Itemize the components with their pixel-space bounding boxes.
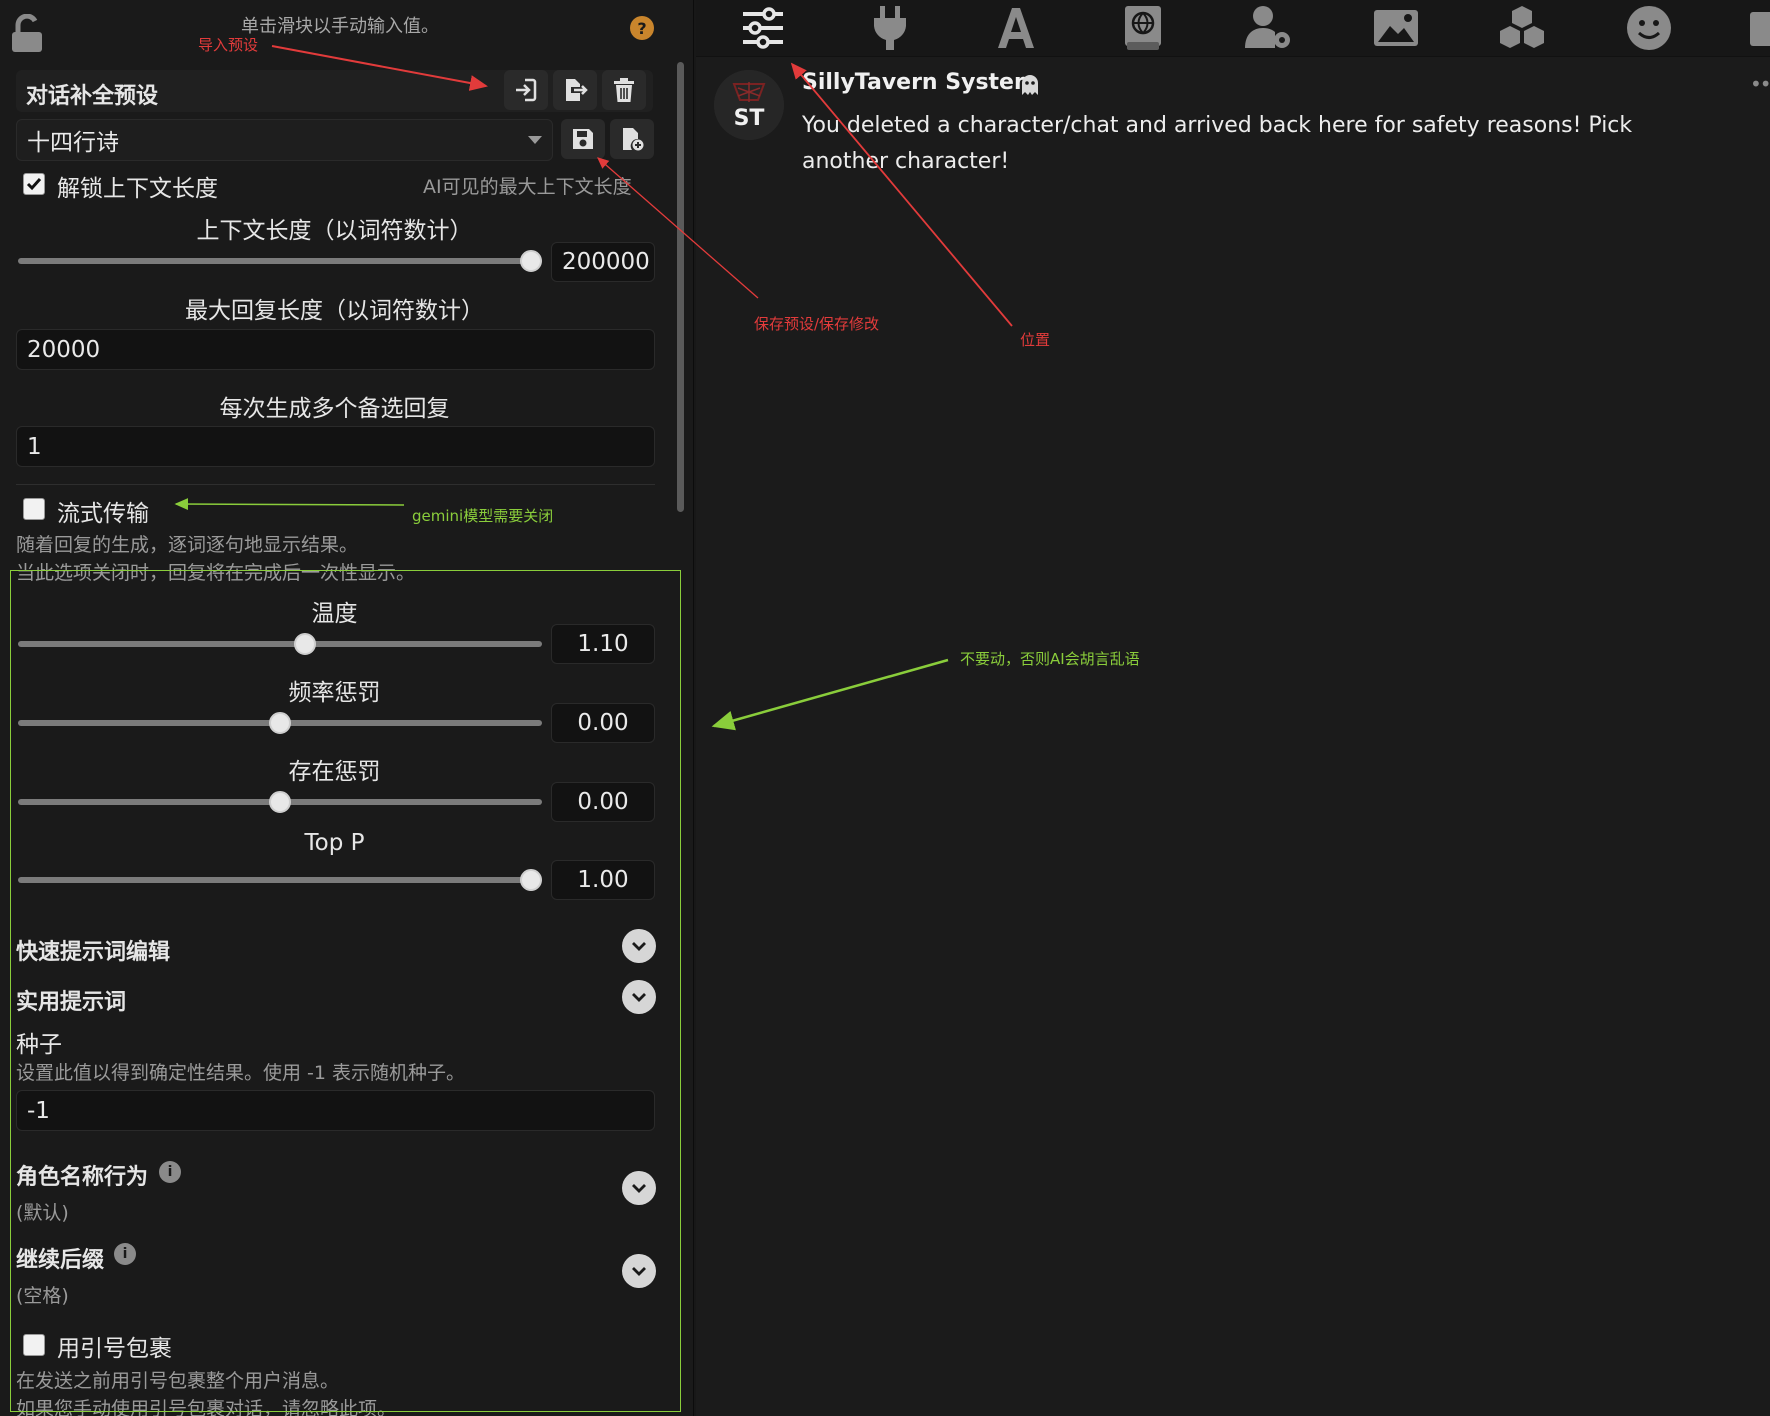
delete-preset-button[interactable] [602,70,646,110]
multi-swipe-label: 每次生成多个备选回复 [219,396,450,422]
max-response-value: 20000 [27,336,101,363]
streaming-desc-1: 随着回复的生成，逐词逐句地显示结果。 [16,534,359,556]
export-preset-button[interactable] [553,70,597,110]
annotation-box [10,570,681,1412]
annotation-gemini-note: gemini模型需要关闭 [412,507,554,525]
annotation-position: 位置 [1020,331,1051,349]
annotation-import-preset: 导入预设 [198,36,259,54]
streaming-checkbox[interactable] [23,498,45,520]
multi-swipe-value: 1 [27,433,42,460]
new-file-icon [623,128,644,151]
context-length-input[interactable]: 200000 [551,242,655,282]
divider [16,484,655,485]
streaming-label: 流式传输 [57,501,149,527]
smile-icon[interactable] [1622,4,1676,52]
preset-select-value: 十四行诗 [27,130,119,156]
message-more-icon[interactable]: ••• [1750,72,1770,96]
annotation-save-preset: 保存预设/保存修改 [754,315,880,333]
book-globe-icon[interactable] [1116,4,1170,52]
trash-icon [614,78,634,102]
image-icon[interactable] [1369,4,1423,52]
new-preset-button[interactable] [610,119,654,159]
multi-swipe-input[interactable]: 1 [16,426,655,467]
message-avatar[interactable]: ST [714,70,784,140]
save-icon [573,129,593,149]
help-icon[interactable]: ? [630,16,654,40]
ai-settings-panel: 单击滑块以手动输入值。 ? 对话补全预设 十四行诗 解锁上下文长度 AI可见的最… [0,0,694,1416]
scrollbar-thumb[interactable] [677,62,684,512]
context-length-value: 200000 [562,249,650,275]
import-icon [516,78,537,102]
message-text: You deleted a character/chat and arrived… [802,113,1633,174]
font-icon[interactable] [989,4,1043,52]
unlock-context-label: 解锁上下文长度 [57,176,218,202]
id-card-icon[interactable] [1748,4,1770,52]
lock-icon[interactable] [10,13,46,54]
chat-panel: ST SillyTavern System ••• You deleted a … [696,0,1770,1416]
import-preset-button[interactable] [504,70,548,110]
cubes-icon[interactable] [1495,4,1549,52]
unlock-context-note: AI可见的最大上下文长度 [423,176,632,198]
context-length-label: 上下文长度（以词符数计） [196,218,473,244]
max-response-label: 最大回复长度（以词符数计） [185,298,484,324]
context-length-slider-thumb[interactable] [520,250,542,272]
annotation-dont-touch: 不要动，否则AI会胡言乱语 [960,650,1140,668]
message-sender: SillyTavern System [802,70,1037,95]
save-preset-button[interactable] [561,119,605,159]
plug-icon[interactable] [863,4,917,52]
max-response-input[interactable]: 20000 [16,329,655,370]
preset-section-title: 对话补全预设 [26,84,159,109]
unlock-context-checkbox[interactable] [23,173,45,195]
top-navigation [696,0,1770,57]
export-icon [566,79,588,101]
sliders-icon[interactable] [736,4,790,52]
avatar-text: ST [733,106,765,131]
preset-select[interactable]: 十四行诗 [16,119,553,161]
user-gear-icon[interactable] [1242,4,1296,52]
chevron-down-icon [528,136,542,144]
ghost-icon [1020,73,1040,95]
context-length-slider[interactable] [18,258,542,264]
